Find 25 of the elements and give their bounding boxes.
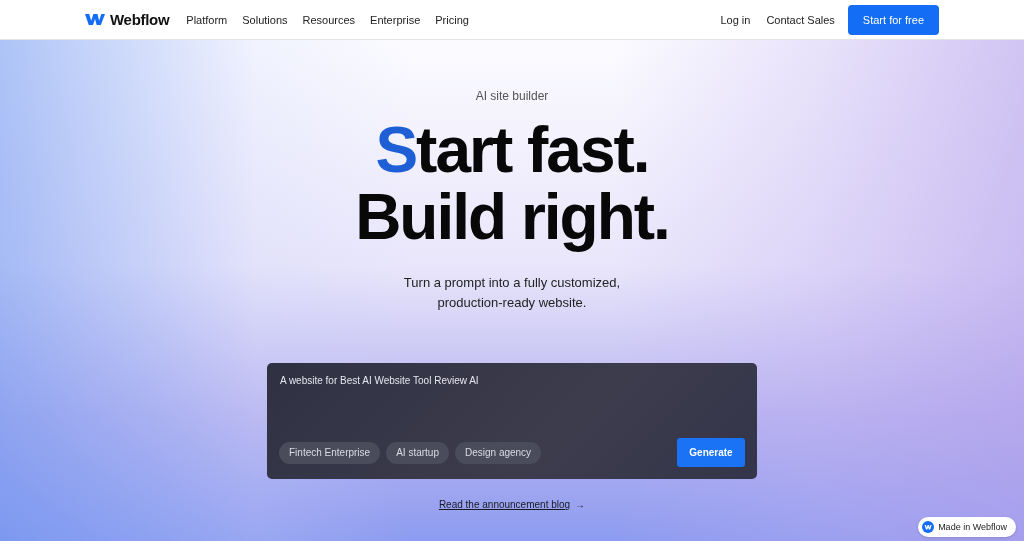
badge-text: Made in Webflow [938, 522, 1007, 532]
webflow-logo-icon [922, 521, 935, 533]
subtitle: Turn a prompt into a fully customized, production-ready website. [402, 274, 622, 312]
blog-link[interactable]: Read the announcement blog [438, 499, 571, 510]
nav-link[interactable]: Solutions [242, 13, 288, 26]
nav-link[interactable]: Pricing [435, 13, 469, 26]
eyebrow-text: AI site builder [475, 89, 549, 103]
generate-button[interactable]: Generate [677, 438, 745, 467]
suggestion-chip[interactable]: Fintech Enterprise [279, 441, 381, 464]
brand-name[interactable]: Webflow [110, 11, 170, 28]
suggestion-chip[interactable]: AI startup [386, 441, 449, 464]
suggestion-chip[interactable]: Design agency [454, 441, 542, 464]
start-button[interactable]: Start for free [847, 4, 939, 35]
headline: Build right. [355, 184, 669, 251]
prompt-field[interactable]: A website for Best AI Website Tool Review AI Fintech Enterprise AI startup Design agency Generate [267, 363, 757, 479]
prompt-text: A website for Best AI Website Tool Review AI [279, 375, 480, 386]
nav-link[interactable]: Log in [720, 13, 751, 26]
headline: Start fast. [374, 117, 650, 184]
arrow-icon: → [575, 499, 586, 510]
made-in-webflow-badge[interactable]: Made in Webflow [918, 517, 1016, 537]
nav-link[interactable]: Contact Sales [766, 13, 835, 26]
webflow-logo-icon [85, 13, 105, 26]
nav-link[interactable]: Platform [186, 13, 228, 26]
nav-link[interactable]: Enterprise [370, 13, 421, 26]
nav-link[interactable]: Resources [302, 13, 356, 26]
